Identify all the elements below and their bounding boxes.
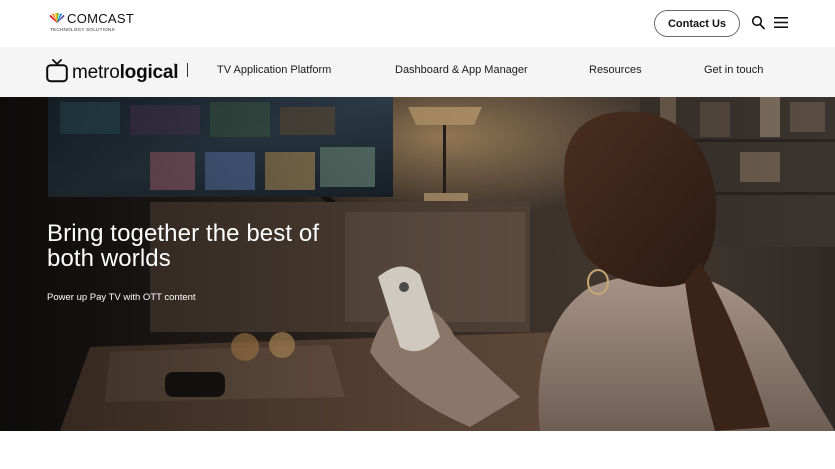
logo-bold-text: logical [119, 62, 179, 83]
top-header: COMCAST TECHNOLOGY SOLUTIONS Contact Us [0, 0, 835, 47]
metrological-logo[interactable]: metrological ™ [46, 59, 186, 85]
hamburger-menu-icon[interactable] [774, 16, 788, 29]
nav-dashboard-app-manager[interactable]: Dashboard & App Manager [395, 64, 528, 76]
search-icon[interactable] [751, 15, 766, 31]
comcast-logo[interactable]: COMCAST TECHNOLOGY SOLUTIONS [49, 12, 149, 34]
contact-us-button[interactable]: Contact Us [654, 10, 740, 37]
comcast-wordmark: COMCAST [67, 11, 135, 26]
hero-title: Bring together the best of both worlds [47, 220, 320, 272]
product-nav: metrological ™ TV Application Platform D… [0, 47, 835, 97]
metrological-wordmark: metrological [72, 62, 179, 83]
comcast-subtitle: TECHNOLOGY SOLUTIONS [50, 27, 115, 32]
nav-divider [187, 63, 188, 77]
nav-get-in-touch[interactable]: Get in touch [704, 64, 763, 76]
tv-logo-icon [46, 59, 68, 83]
trademark-symbol: ™ [173, 63, 178, 69]
logo-regular-text: metro [72, 62, 120, 83]
nav-resources[interactable]: Resources [589, 64, 642, 76]
page-section-below [0, 431, 835, 469]
nav-tv-application-platform[interactable]: TV Application Platform [217, 64, 331, 76]
hero-subtitle: Power up Pay TV with OTT content [47, 292, 196, 303]
peacock-icon [49, 13, 65, 23]
hero-banner: Bring together the best of both worlds P… [0, 97, 835, 431]
